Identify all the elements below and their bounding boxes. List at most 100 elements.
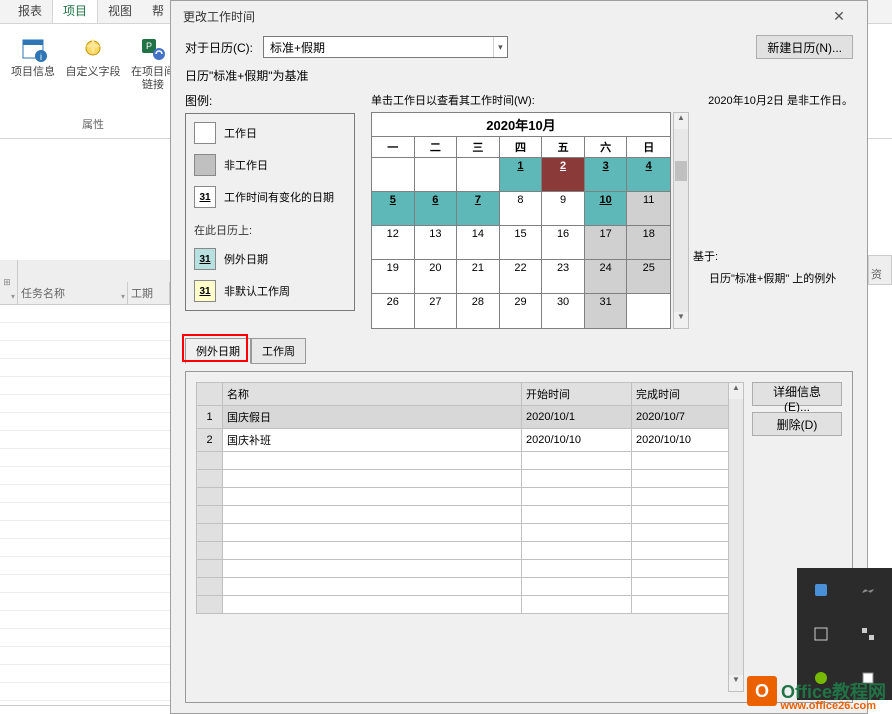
tray-icon-3[interactable] [797, 612, 845, 656]
calendar-combo[interactable]: 标准+假期 ▾ [263, 36, 508, 58]
change-working-time-dialog: 更改工作时间 ✕ 对于日历(C): 标准+假期 ▾ 新建日历(N)... 日历"… [170, 0, 868, 714]
cal-day[interactable]: 12 [372, 226, 415, 260]
cal-day[interactable]: 28 [457, 294, 500, 328]
cal-day[interactable]: 2 [542, 158, 585, 192]
delete-button[interactable]: 删除(D) [752, 412, 842, 436]
calendar-scrollbar[interactable]: ▲ ▼ [673, 112, 689, 329]
cal-day[interactable]: 22 [500, 260, 543, 294]
cal-day[interactable]: 11 [627, 192, 670, 226]
tray-icon-1[interactable] [797, 568, 845, 612]
cal-day[interactable]: 13 [415, 226, 458, 260]
for-calendar-label: 对于日历(C): [185, 39, 255, 56]
new-calendar-button[interactable]: 新建日历(N)... [756, 35, 853, 59]
watermark-url: www.office26.com [780, 700, 876, 712]
custom-fields-label: 自定义字段 [66, 66, 121, 79]
calendar-hint: 单击工作日以查看其工作时间(W): [371, 92, 677, 108]
cal-day[interactable]: 5 [372, 192, 415, 226]
cal-day[interactable] [415, 158, 458, 192]
table-row[interactable] [197, 506, 742, 524]
table-row[interactable] [197, 488, 742, 506]
col-task-name[interactable]: 任务名称▾ [18, 282, 128, 304]
scroll-thumb[interactable] [675, 161, 687, 181]
legend-nonwork-swatch [194, 154, 216, 176]
cal-day[interactable]: 14 [457, 226, 500, 260]
tab-report[interactable]: 报表 [8, 0, 52, 23]
cal-day[interactable]: 25 [627, 260, 670, 294]
scroll-down-icon[interactable]: ▼ [729, 675, 743, 691]
table-row[interactable] [197, 596, 742, 614]
table-scrollbar[interactable]: ▲ ▼ [728, 382, 744, 692]
cal-day[interactable]: 31 [585, 294, 628, 328]
legend-workday-swatch [194, 122, 216, 144]
cal-day[interactable]: 26 [372, 294, 415, 328]
baseline-text: 日历"标准+假期"为基准 [185, 67, 853, 84]
cal-day[interactable]: 19 [372, 260, 415, 294]
cal-day[interactable] [372, 158, 415, 192]
legend-box: 工作日 非工作日 31工作时间有变化的日期 在此日历上: 31例外日期 31非默… [185, 113, 355, 311]
sheet-rows[interactable] [0, 305, 170, 701]
cal-day[interactable]: 15 [500, 226, 543, 260]
cal-day[interactable]: 17 [585, 226, 628, 260]
cal-day[interactable]: 6 [415, 192, 458, 226]
dialog-title: 更改工作时间 [183, 8, 255, 25]
tab-project[interactable]: 项目 [52, 0, 98, 23]
col-duration[interactable]: 工期 [128, 282, 170, 304]
col-resources[interactable]: 资 [868, 255, 892, 285]
tab-workweeks[interactable]: 工作周 [251, 338, 306, 364]
legend-changed-swatch: 31 [194, 186, 216, 208]
details-button[interactable]: 详细信息(E)... [752, 382, 842, 406]
project-info-button[interactable]: i 项目信息 [4, 28, 62, 83]
col-mode[interactable]: ⊞▾ [0, 260, 18, 304]
info-icon: i [17, 32, 49, 64]
cal-day[interactable]: 3 [585, 158, 628, 192]
svg-text:i: i [40, 52, 42, 62]
cal-day[interactable]: 7 [457, 192, 500, 226]
calendar: 2020年10月 一二三四五六日 12345678910111213141516… [371, 112, 671, 329]
table-row[interactable] [197, 542, 742, 560]
tray-icon-2[interactable] [845, 568, 892, 612]
cal-day[interactable]: 20 [415, 260, 458, 294]
cal-day[interactable]: 24 [585, 260, 628, 294]
custom-fields-button[interactable]: 自定义字段 [64, 28, 122, 83]
table-row[interactable] [197, 524, 742, 542]
cal-day[interactable]: 9 [542, 192, 585, 226]
cal-day[interactable]: 1 [500, 158, 543, 192]
table-row[interactable] [197, 578, 742, 596]
th-rownum [197, 383, 223, 406]
calendar-section: 单击工作日以查看其工作时间(W): 2020年10月 一二三四五六日 12345… [371, 92, 677, 329]
close-icon[interactable]: ✕ [819, 8, 859, 25]
cal-day[interactable]: 27 [415, 294, 458, 328]
scroll-up-icon[interactable]: ▲ [729, 383, 743, 399]
table-row[interactable] [197, 452, 742, 470]
basedon-value: 日历"标准+假期" 上的例外 [693, 270, 853, 286]
cal-dow: 五 [542, 137, 585, 158]
cal-day[interactable]: 29 [500, 294, 543, 328]
table-row[interactable]: 1国庆假日2020/10/12020/10/7 [197, 406, 742, 429]
cal-day[interactable]: 21 [457, 260, 500, 294]
legend-exception-label: 例外日期 [224, 251, 268, 267]
legend-changed-label: 工作时间有变化的日期 [224, 189, 334, 205]
cal-day[interactable]: 18 [627, 226, 670, 260]
table-row[interactable] [197, 560, 742, 578]
tab-exceptions[interactable]: 例外日期 [185, 338, 251, 364]
legend-nondefault-swatch: 31 [194, 280, 216, 302]
exception-table[interactable]: 名称 开始时间 完成时间 1国庆假日2020/10/12020/10/72国庆补… [196, 382, 742, 614]
cal-day[interactable]: 16 [542, 226, 585, 260]
table-row[interactable] [197, 470, 742, 488]
scroll-down-icon[interactable]: ▼ [674, 312, 688, 328]
legend-exception-swatch: 31 [194, 248, 216, 270]
tray-icon-4[interactable] [845, 612, 892, 656]
tab-view[interactable]: 视图 [98, 0, 142, 23]
scroll-up-icon[interactable]: ▲ [674, 113, 688, 129]
cal-dow: 日 [627, 137, 670, 158]
cal-day[interactable]: 10 [585, 192, 628, 226]
cal-day[interactable] [627, 294, 670, 328]
cal-day[interactable]: 4 [627, 158, 670, 192]
cal-day[interactable] [457, 158, 500, 192]
cal-day[interactable]: 23 [542, 260, 585, 294]
cal-day[interactable]: 8 [500, 192, 543, 226]
cal-dow: 二 [415, 137, 458, 158]
table-row[interactable]: 2国庆补班2020/10/102020/10/10 [197, 429, 742, 452]
exception-tabs: 例外日期 工作周 [185, 337, 853, 363]
cal-day[interactable]: 30 [542, 294, 585, 328]
